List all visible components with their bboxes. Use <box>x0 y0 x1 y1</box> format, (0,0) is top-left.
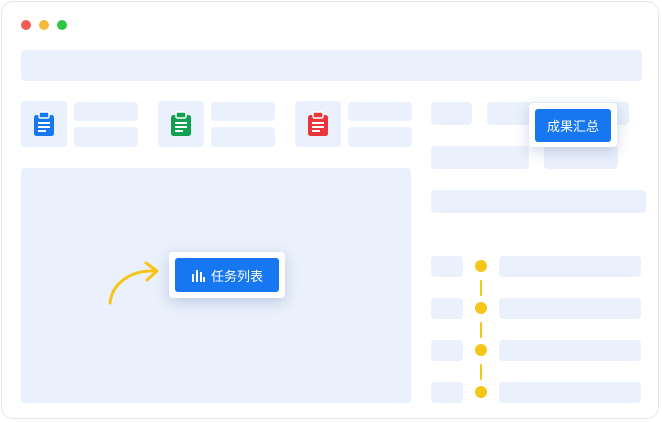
clipboard-icon <box>34 111 54 136</box>
timeline-connector <box>480 280 482 296</box>
window-close-dot[interactable] <box>21 20 31 30</box>
stat-card-icon-green <box>158 101 204 147</box>
timeline-dot <box>475 260 487 272</box>
results-summary-button[interactable]: 成果汇总 <box>535 109 611 142</box>
window-minimize-dot[interactable] <box>39 20 49 30</box>
results-summary-label: 成果汇总 <box>546 120 599 135</box>
stat-card-line <box>348 127 412 147</box>
stat-card-line <box>74 102 138 121</box>
timeline-entry <box>499 382 641 403</box>
right-panel-field <box>431 146 529 169</box>
bar-chart-icon <box>191 269 205 282</box>
task-list-button[interactable]: 任务列表 <box>175 258 279 292</box>
task-list-label: 任务列表 <box>210 269 263 285</box>
curved-arrow-icon <box>108 261 159 305</box>
timeline-dot <box>475 344 487 356</box>
timeline-label <box>431 298 463 319</box>
timeline-dot <box>475 386 487 398</box>
task-list-callout: 任务列表 <box>169 252 285 298</box>
app-window: 成果汇总 任务列表 <box>1 1 659 419</box>
timeline-label <box>431 340 463 361</box>
stat-card-icon-blue <box>21 101 67 147</box>
timeline-dot <box>475 302 487 314</box>
right-panel-bar <box>431 190 646 213</box>
stat-card-line <box>211 127 275 147</box>
stat-card-line <box>74 127 138 147</box>
timeline-label <box>431 382 463 403</box>
timeline-connector <box>480 322 482 338</box>
right-panel-field <box>544 146 618 169</box>
top-bar-placeholder <box>21 50 642 81</box>
right-panel-tag <box>431 102 472 125</box>
clipboard-icon <box>171 111 191 136</box>
clipboard-icon <box>308 111 328 136</box>
stat-card-icon-red <box>295 101 341 147</box>
timeline-label <box>431 256 463 277</box>
timeline-entry <box>499 340 641 361</box>
timeline-entry <box>499 298 641 319</box>
stat-card-line <box>211 102 275 121</box>
results-summary-callout: 成果汇总 <box>529 103 617 147</box>
stat-card-line <box>348 102 412 121</box>
window-maximize-dot[interactable] <box>57 20 67 30</box>
timeline-connector <box>480 364 482 380</box>
timeline-entry <box>499 256 641 277</box>
